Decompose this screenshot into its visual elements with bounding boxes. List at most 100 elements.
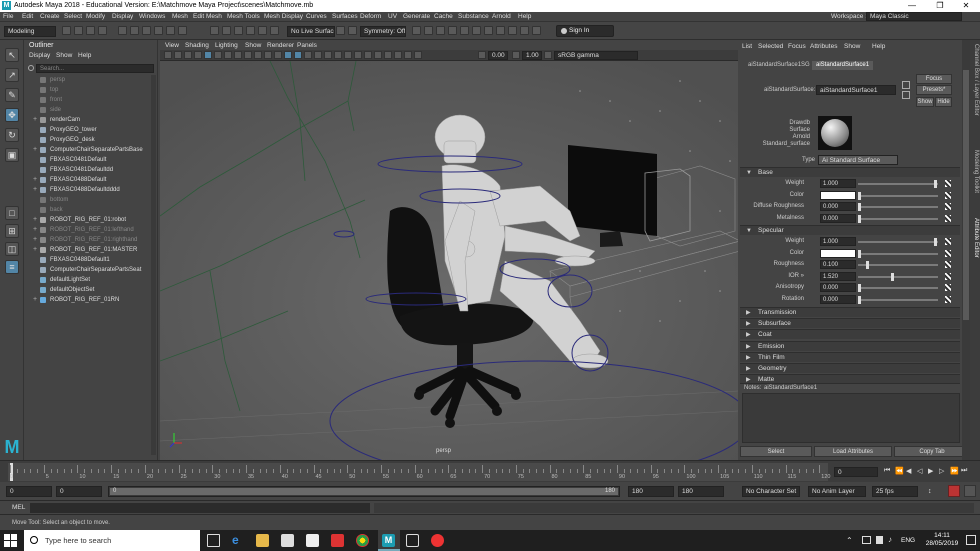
hide-button[interactable]: Hide xyxy=(935,97,952,107)
textured-icon[interactable] xyxy=(314,51,322,59)
outliner-item[interactable]: + ROBOT_RIG_REF_01RN xyxy=(30,295,150,305)
fps-select[interactable]: 25 fps xyxy=(872,486,918,497)
select-object-icon[interactable] xyxy=(130,26,139,35)
attr-value-field[interactable]: 1.520 xyxy=(820,271,856,281)
outliner-item[interactable]: ProxyGEO_desk xyxy=(30,135,150,145)
menu-arnold[interactable]: Arnold xyxy=(492,13,511,20)
notifications-icon[interactable] xyxy=(966,535,976,545)
tab-shading-group[interactable]: aiStandardSurface1SG xyxy=(744,61,814,70)
tab-channel-box[interactable]: Channel Box / Layer Editor xyxy=(973,44,979,116)
rotate-tool-icon[interactable]: ↻ xyxy=(5,128,19,142)
expand-toggle-icon[interactable]: + xyxy=(33,225,40,235)
snap-grid-icon[interactable] xyxy=(166,26,175,35)
anim-layer-select[interactable]: No Anim Layer xyxy=(808,486,866,497)
presets-button[interactable]: Presets* xyxy=(916,85,952,95)
slider-knob[interactable] xyxy=(858,203,861,211)
snap-point-icon[interactable] xyxy=(210,26,219,35)
windows-start-icon[interactable] xyxy=(4,534,17,547)
app-red-icon[interactable] xyxy=(431,534,444,547)
new-scene-icon[interactable] xyxy=(62,26,71,35)
tab-standard-surface[interactable]: aiStandardSurface1 xyxy=(812,61,874,70)
start-frame-field[interactable]: 0 xyxy=(6,486,52,497)
slider-knob[interactable] xyxy=(934,180,937,188)
expand-toggle-icon[interactable]: + xyxy=(33,235,40,245)
symmetry-field[interactable]: Symmetry: Off xyxy=(360,26,406,37)
section-thin-film[interactable]: ▶ Thin Film xyxy=(740,351,960,362)
isolate-select-icon[interactable] xyxy=(384,51,392,59)
expand-toggle-icon[interactable]: + xyxy=(33,145,40,155)
slider-knob[interactable] xyxy=(865,261,869,269)
slider-knob[interactable] xyxy=(858,249,861,258)
save-scene-icon[interactable] xyxy=(86,26,95,35)
live-surface-field[interactable]: No Live Surface xyxy=(287,26,335,37)
scale-tool-icon[interactable]: ▣ xyxy=(5,148,19,162)
select-component-icon[interactable] xyxy=(142,26,151,35)
attr-value-field[interactable]: 0.000 xyxy=(820,283,856,292)
step-forward-key-icon[interactable]: ⏩ xyxy=(950,467,959,475)
attr-menu-focus[interactable]: Focus xyxy=(788,43,806,50)
menu-mesh-tools[interactable]: Mesh Tools xyxy=(227,13,260,20)
time-slider[interactable]: 0 5 10 15 20 25 30 35 40 45 50 55 60 65 70 75 80 85 90 95 10… xyxy=(0,460,980,482)
history-icon[interactable] xyxy=(258,26,267,35)
light-editor-icon[interactable] xyxy=(472,26,481,35)
close-button[interactable]: ✕ xyxy=(952,0,980,12)
snap-view-icon[interactable] xyxy=(222,26,231,35)
file-explorer-icon[interactable] xyxy=(256,534,269,547)
channel-box-icon[interactable] xyxy=(520,26,529,35)
notes-textarea[interactable] xyxy=(742,393,960,443)
smooth-shade-icon[interactable] xyxy=(284,51,292,59)
section-coat[interactable]: ▶ Coat xyxy=(740,329,960,340)
render-settings-icon[interactable] xyxy=(436,26,445,35)
anti-alias-icon[interactable] xyxy=(364,51,372,59)
character-set-select[interactable]: No Character Set xyxy=(742,486,800,497)
select-hierarchy-icon[interactable] xyxy=(118,26,127,35)
taskbar-search[interactable]: Type here to search xyxy=(24,530,200,551)
show-button[interactable]: Show xyxy=(916,97,934,107)
attr-slider[interactable] xyxy=(858,287,938,289)
attr-value-field[interactable]: 0.000 xyxy=(820,294,856,304)
menu-uv[interactable]: UV xyxy=(388,13,397,20)
3d-viewer-icon[interactable] xyxy=(406,534,419,547)
resolution-gate-icon[interactable] xyxy=(224,51,232,59)
modeling-toolkit-icon[interactable] xyxy=(496,26,505,35)
playback-end-field[interactable]: 180 xyxy=(628,486,674,497)
section-emission[interactable]: ▶ Emission xyxy=(740,340,960,351)
outliner-layout-icon[interactable]: ≡ xyxy=(5,260,19,274)
attr-slider[interactable] xyxy=(858,298,938,301)
shaded-wireframe-icon[interactable] xyxy=(304,51,312,59)
tab-attribute-editor[interactable]: Attribute Editor xyxy=(973,218,979,258)
outliner-item[interactable]: FBXASC0488Default1 xyxy=(30,255,150,265)
menu-surfaces[interactable]: Surfaces xyxy=(332,13,358,20)
viewport-menu-view[interactable]: View xyxy=(165,42,179,49)
attr-slider[interactable] xyxy=(858,252,938,255)
step-back-frame-icon[interactable]: ◀ xyxy=(906,467,911,475)
construction-history-icon[interactable] xyxy=(270,26,279,35)
photos-icon[interactable] xyxy=(331,534,344,547)
workspace-select[interactable]: Maya Classic xyxy=(866,12,962,21)
colorspace-select[interactable]: sRGB gamma xyxy=(554,51,638,60)
make-live-icon[interactable] xyxy=(246,26,255,35)
attr-value-field[interactable]: 0.000 xyxy=(820,202,856,211)
wireframe-icon[interactable] xyxy=(274,51,282,59)
shadows-icon[interactable] xyxy=(334,51,342,59)
attr-menu-show[interactable]: Show xyxy=(844,43,860,50)
symmetry-icon[interactable] xyxy=(348,26,357,35)
menu-mesh[interactable]: Mesh xyxy=(172,13,188,20)
attr-value-field[interactable]: 0.100 xyxy=(820,260,856,269)
select-button[interactable]: Select xyxy=(740,446,812,457)
slider-knob[interactable] xyxy=(858,284,861,292)
attr-menu-help[interactable]: Help xyxy=(872,43,885,50)
xray-active-icon[interactable] xyxy=(414,51,422,59)
slider-knob[interactable] xyxy=(934,238,937,246)
pick-mask-icon[interactable] xyxy=(154,26,163,35)
attr-slider[interactable] xyxy=(858,206,938,208)
outliner-item[interactable]: + ComputerChairSeparatePartsBase xyxy=(30,145,150,155)
paint-select-icon[interactable]: ✎ xyxy=(5,88,19,102)
grid-toggle-icon[interactable] xyxy=(204,51,212,59)
network-icon[interactable]: ⌃ xyxy=(846,536,853,545)
bookmark-icon[interactable] xyxy=(184,51,192,59)
move-tool-icon[interactable]: ✥ xyxy=(5,108,19,122)
attribute-editor-scrollbar[interactable] xyxy=(962,40,970,460)
map-button-icon[interactable] xyxy=(945,284,951,291)
color-manage-icon[interactable] xyxy=(544,51,552,59)
